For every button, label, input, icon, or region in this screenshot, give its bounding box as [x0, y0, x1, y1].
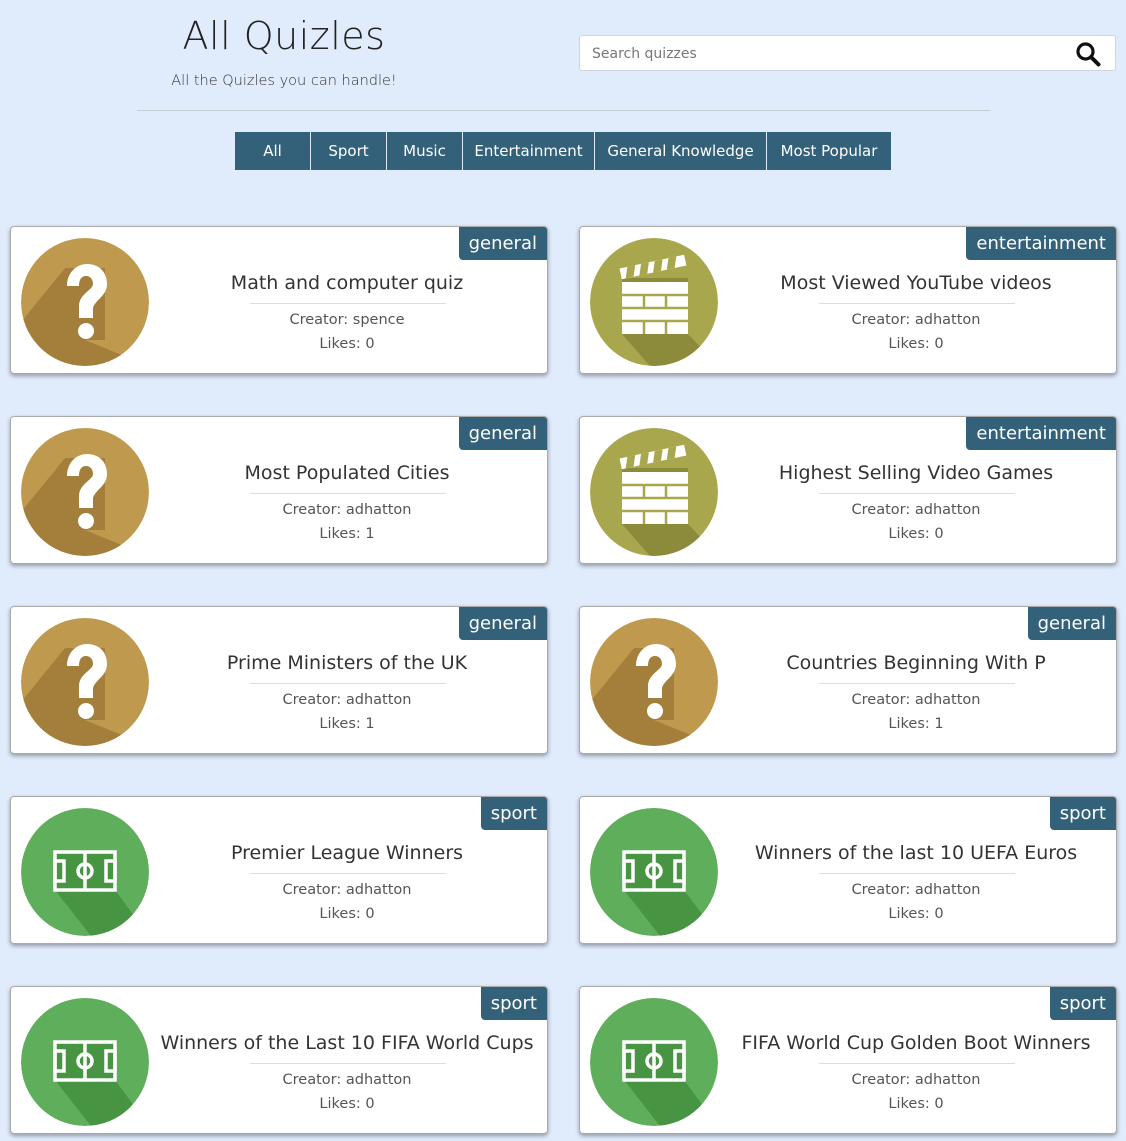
quiz-creator: Creator: adhatton [282, 1072, 412, 1088]
category-badge: entertainment [966, 227, 1116, 260]
quiz-title[interactable]: Winners of the Last 10 FIFA World Cups [151, 1032, 543, 1054]
quiz-likes: Likes: 0 [888, 526, 944, 542]
category-badge: sport [1049, 797, 1116, 830]
quiz-card[interactable]: entertainment Most Viewed YouTube videos C… [579, 226, 1117, 374]
quiz-card[interactable]: sport Winners of the last 10 UEFA Euros Cr… [579, 796, 1117, 944]
category-badge: general [458, 417, 547, 450]
page-title: All Quizles [182, 14, 386, 58]
filter-most-popular-button[interactable]: Most Popular [767, 132, 891, 170]
search-box [579, 35, 1116, 72]
question-mark-icon [21, 238, 149, 366]
category-badge: general [458, 607, 547, 640]
clapperboard-icon [590, 238, 718, 366]
quiz-creator: Creator: adhatton [851, 502, 981, 518]
quiz-card[interactable]: general Math and computer quiz Creator: sp… [10, 226, 548, 374]
quiz-card[interactable]: general Most Populated Cities Creator: adh… [10, 416, 548, 564]
quiz-title[interactable]: Premier League Winners [151, 842, 543, 864]
filter-sport-button[interactable]: Sport [311, 132, 387, 170]
page-header: All Quizles All the Quizles you can hand… [0, 0, 1126, 200]
football-pitch-icon [21, 998, 149, 1126]
quiz-card[interactable]: general Countries Beginning With P Creator… [579, 606, 1117, 754]
card-divider [250, 683, 446, 684]
header-divider [137, 110, 990, 111]
card-divider [819, 683, 1015, 684]
card-divider [250, 493, 446, 494]
quiz-title[interactable]: Most Viewed YouTube videos [720, 272, 1112, 294]
quiz-title[interactable]: Winners of the last 10 UEFA Euros [720, 842, 1112, 864]
quiz-card[interactable]: sport Premier League Winners Creator: adha… [10, 796, 548, 944]
quiz-card[interactable]: general Prime Ministers of the UK Creator:… [10, 606, 548, 754]
search-input[interactable] [590, 36, 1064, 72]
quiz-likes: Likes: 1 [319, 526, 375, 542]
question-mark-icon [21, 618, 149, 746]
search-icon[interactable] [1075, 41, 1101, 67]
quiz-likes: Likes: 0 [319, 336, 375, 352]
card-divider [819, 303, 1015, 304]
quiz-creator: Creator: adhatton [282, 692, 412, 708]
clapperboard-icon [590, 428, 718, 556]
category-badge: entertainment [966, 417, 1116, 450]
quiz-creator: Creator: adhatton [282, 882, 412, 898]
filter-all-button[interactable]: All [235, 132, 311, 170]
category-filter-bar: All Sport Music Entertainment General Kn… [235, 132, 891, 170]
quiz-title[interactable]: Most Populated Cities [151, 462, 543, 484]
card-divider [250, 303, 446, 304]
question-mark-icon [21, 428, 149, 556]
quiz-creator: Creator: adhatton [851, 312, 981, 328]
quiz-card[interactable]: entertainment Highest Selling Video Games… [579, 416, 1117, 564]
quiz-title[interactable]: Highest Selling Video Games [720, 462, 1112, 484]
card-divider [819, 493, 1015, 494]
quiz-title[interactable]: Math and computer quiz [151, 272, 543, 294]
card-divider [250, 873, 446, 874]
football-pitch-icon [21, 808, 149, 936]
quiz-likes: Likes: 0 [888, 906, 944, 922]
quiz-card[interactable]: sport FIFA World Cup Golden Boot Winners C… [579, 986, 1117, 1134]
quiz-card[interactable]: sport Winners of the Last 10 FIFA World C… [10, 986, 548, 1134]
card-divider [819, 873, 1015, 874]
category-badge: sport [480, 987, 547, 1020]
quiz-title[interactable]: Countries Beginning With P [720, 652, 1112, 674]
quiz-likes: Likes: 0 [888, 336, 944, 352]
card-divider [819, 1063, 1015, 1064]
category-badge: sport [1049, 987, 1116, 1020]
football-pitch-icon [590, 998, 718, 1126]
filter-general-knowledge-button[interactable]: General Knowledge [595, 132, 767, 170]
quiz-likes: Likes: 0 [888, 1096, 944, 1112]
quiz-title[interactable]: FIFA World Cup Golden Boot Winners [720, 1032, 1112, 1054]
page-subtitle: All the Quizles you can handle! [171, 73, 397, 89]
question-mark-icon [590, 618, 718, 746]
quiz-likes: Likes: 1 [888, 716, 944, 732]
quiz-creator: Creator: adhatton [282, 502, 412, 518]
quiz-creator: Creator: adhatton [851, 882, 981, 898]
quiz-creator: Creator: adhatton [851, 692, 981, 708]
quiz-creator: Creator: spence [289, 312, 405, 328]
quiz-likes: Likes: 0 [319, 906, 375, 922]
card-divider [250, 1063, 446, 1064]
football-pitch-icon [590, 808, 718, 936]
category-badge: general [458, 227, 547, 260]
quiz-creator: Creator: adhatton [851, 1072, 981, 1088]
quiz-title[interactable]: Prime Ministers of the UK [151, 652, 543, 674]
category-badge: sport [480, 797, 547, 830]
quiz-likes: Likes: 1 [319, 716, 375, 732]
filter-entertainment-button[interactable]: Entertainment [463, 132, 595, 170]
category-badge: general [1027, 607, 1116, 640]
filter-music-button[interactable]: Music [387, 132, 463, 170]
quiz-likes: Likes: 0 [319, 1096, 375, 1112]
